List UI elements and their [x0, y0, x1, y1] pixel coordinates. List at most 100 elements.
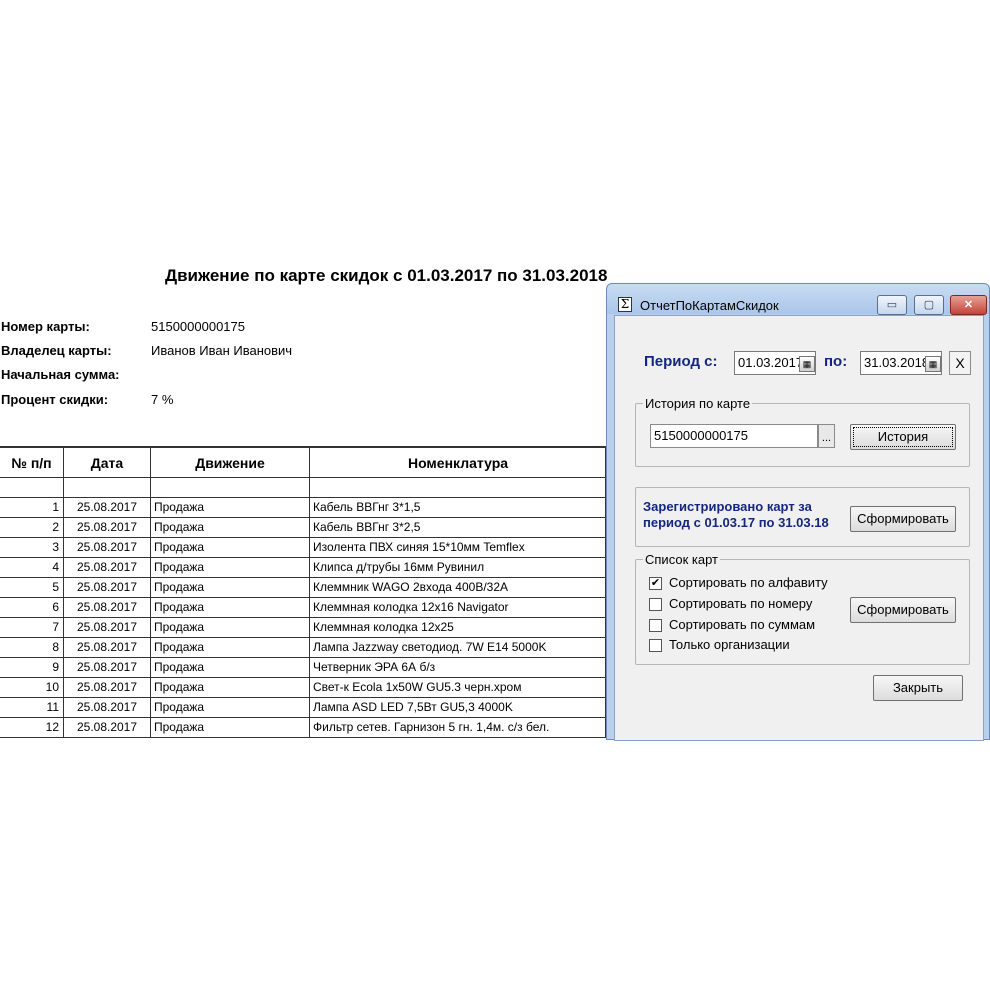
- period-to-label: по:: [824, 353, 848, 370]
- dialog-title: ОтчетПоКартамСкидок: [640, 298, 779, 313]
- sort-sum-label: Сортировать по суммам: [669, 617, 816, 632]
- period-from-label: Период с:: [644, 353, 718, 370]
- row-number: 9: [52, 660, 59, 674]
- card-number-label: Номер карты:: [1, 319, 90, 334]
- registered-cards-group: Зарегистрировано карт за период с 01.03.…: [635, 487, 970, 547]
- row-movement: Продажа: [150, 558, 309, 578]
- row-movement: Продажа: [150, 518, 309, 538]
- column-header-nomenclature: Номенклатура: [309, 448, 606, 478]
- table-row: 12 25.08.2017 Продажа Фильтр сетев. Гарнизо…: [0, 718, 606, 738]
- spacer-cell: [150, 478, 309, 498]
- column-header-date: Дата: [63, 448, 150, 478]
- table-row: 11 25.08.2017 Продажа Лампа ASD LED 7,5Вт G…: [0, 698, 606, 718]
- sort-number-checkbox[interactable]: [649, 598, 662, 611]
- row-date: 25.08.2017: [63, 498, 150, 518]
- row-date: 25.08.2017: [63, 638, 150, 658]
- table-row: 7 25.08.2017 Продажа Клеммная колодка 12х25: [0, 618, 606, 638]
- history-group-legend: История по карте: [643, 396, 753, 411]
- row-number: 5: [52, 580, 59, 594]
- table-row: 3 25.08.2017 Продажа Изолента ПВХ синяя 15*…: [0, 538, 606, 558]
- close-window-button[interactable]: ✕: [950, 295, 987, 315]
- row-movement: Продажа: [150, 578, 309, 598]
- row-nomenclature: Четверник ЭРА 6А б/з: [309, 658, 606, 678]
- table-row: 8 25.08.2017 Продажа Лампа Jazzway светодио…: [0, 638, 606, 658]
- sort-number-label: Сортировать по номеру: [669, 596, 813, 611]
- table-header: № п/п Дата Движение Номенклатура: [0, 446, 606, 478]
- column-header-movement: Движение: [150, 448, 309, 478]
- clear-period-button[interactable]: X: [949, 351, 971, 375]
- only-organizations-checkbox[interactable]: [649, 639, 662, 652]
- row-nomenclature: Клеммная колодка 12х25: [309, 618, 606, 638]
- history-group: История по карте 5150000000175 ... Истор…: [635, 396, 970, 467]
- registered-build-button[interactable]: Сформировать: [850, 506, 956, 532]
- table-row: 4 25.08.2017 Продажа Клипса д/трубы 16мм Ру…: [0, 558, 606, 578]
- row-number: 10: [45, 680, 59, 694]
- registered-cards-text-line1: Зарегистрировано карт за: [643, 499, 812, 514]
- calendar-icon[interactable]: ▦: [925, 356, 941, 372]
- row-movement: Продажа: [150, 678, 309, 698]
- row-movement: Продажа: [150, 658, 309, 678]
- history-card-input[interactable]: 5150000000175: [650, 424, 818, 448]
- table-row: 1 25.08.2017 Продажа Кабель ВВГнг 3*1,5: [0, 498, 606, 518]
- owner-label: Владелец карты:: [1, 343, 112, 358]
- row-number: 3: [52, 540, 59, 554]
- sigma-icon: Σ: [618, 297, 632, 312]
- sort-alphabet-label: Сортировать по алфавиту: [669, 575, 828, 590]
- table-row: 6 25.08.2017 Продажа Клеммная колодка 12х16…: [0, 598, 606, 618]
- row-movement: Продажа: [150, 698, 309, 718]
- row-date: 25.08.2017: [63, 598, 150, 618]
- row-movement: Продажа: [150, 498, 309, 518]
- row-date: 25.08.2017: [63, 618, 150, 638]
- history-button[interactable]: История: [850, 424, 956, 450]
- row-number: 12: [45, 720, 59, 734]
- table-spacer-row: [0, 478, 606, 498]
- row-number: 11: [46, 700, 59, 714]
- row-nomenclature: Свет-к Ecola 1х50W GU5.3 черн.хром: [309, 678, 606, 698]
- row-number: 7: [52, 620, 59, 634]
- close-button[interactable]: Закрыть: [873, 675, 963, 701]
- period-to-value: 31.03.2018: [864, 355, 930, 370]
- sort-alphabet-checkbox[interactable]: ✔: [649, 577, 662, 590]
- cards-list-legend: Список карт: [643, 552, 720, 567]
- row-number: 6: [52, 600, 59, 614]
- row-date: 25.08.2017: [63, 578, 150, 598]
- row-movement: Продажа: [150, 618, 309, 638]
- row-number: 4: [52, 560, 59, 574]
- table-row: 5 25.08.2017 Продажа Клеммник WAGO 2входа 4…: [0, 578, 606, 598]
- row-date: 25.08.2017: [63, 558, 150, 578]
- report-title: Движение по карте скидок с 01.03.2017 по…: [165, 266, 608, 285]
- row-nomenclature: Клеммная колодка 12х16 Navigator: [309, 598, 606, 618]
- card-number-value: 5150000000175: [151, 319, 245, 334]
- table-row: 10 25.08.2017 Продажа Свет-к Ecola 1х50W GU…: [0, 678, 606, 698]
- row-date: 25.08.2017: [63, 518, 150, 538]
- row-nomenclature: Кабель ВВГнг 3*2,5: [309, 518, 606, 538]
- start-sum-label: Начальная сумма:: [1, 367, 120, 382]
- sort-sum-checkbox[interactable]: [649, 619, 662, 632]
- row-nomenclature: Кабель ВВГнг 3*1,5: [309, 498, 606, 518]
- column-header-num: № п/п: [11, 455, 52, 471]
- calendar-icon[interactable]: ▦: [799, 356, 815, 372]
- row-number: 1: [52, 500, 59, 514]
- row-nomenclature: Фильтр сетев. Гарнизон 5 гн. 1,4м. с/з б…: [309, 718, 606, 738]
- period-from-value: 01.03.2017: [738, 355, 804, 370]
- dialog-client-area: Период с: 01.03.2017 ▦ по: 31.03.2018 ▦ …: [614, 315, 984, 741]
- discount-label: Процент скидки:: [1, 392, 109, 407]
- row-movement: Продажа: [150, 538, 309, 558]
- registered-cards-text-line2: период с 01.03.17 по 31.03.18: [643, 515, 829, 530]
- table-row: 9 25.08.2017 Продажа Четверник ЭРА 6А б/з: [0, 658, 606, 678]
- owner-value: Иванов Иван Иванович: [151, 343, 293, 358]
- dialog-titlebar[interactable]: Σ ОтчетПоКартамСкидок ▭ ▢ ✕: [607, 284, 989, 315]
- cards-list-build-button[interactable]: Сформировать: [850, 597, 956, 623]
- only-organizations-label: Только организации: [669, 637, 790, 652]
- row-date: 25.08.2017: [63, 718, 150, 738]
- row-nomenclature: Клипса д/трубы 16мм Рувинил: [309, 558, 606, 578]
- row-date: 25.08.2017: [63, 678, 150, 698]
- row-nomenclature: Лампа Jazzway светодиод. 7W E14 5000K: [309, 638, 606, 658]
- row-number: 8: [52, 640, 59, 654]
- spacer-cell: [63, 478, 150, 498]
- minimize-button[interactable]: ▭: [877, 295, 907, 315]
- maximize-button[interactable]: ▢: [914, 295, 944, 315]
- spacer-cell: [309, 478, 606, 498]
- select-card-button[interactable]: ...: [818, 424, 835, 448]
- row-nomenclature: Лампа ASD LED 7,5Вт GU5,3 4000K: [309, 698, 606, 718]
